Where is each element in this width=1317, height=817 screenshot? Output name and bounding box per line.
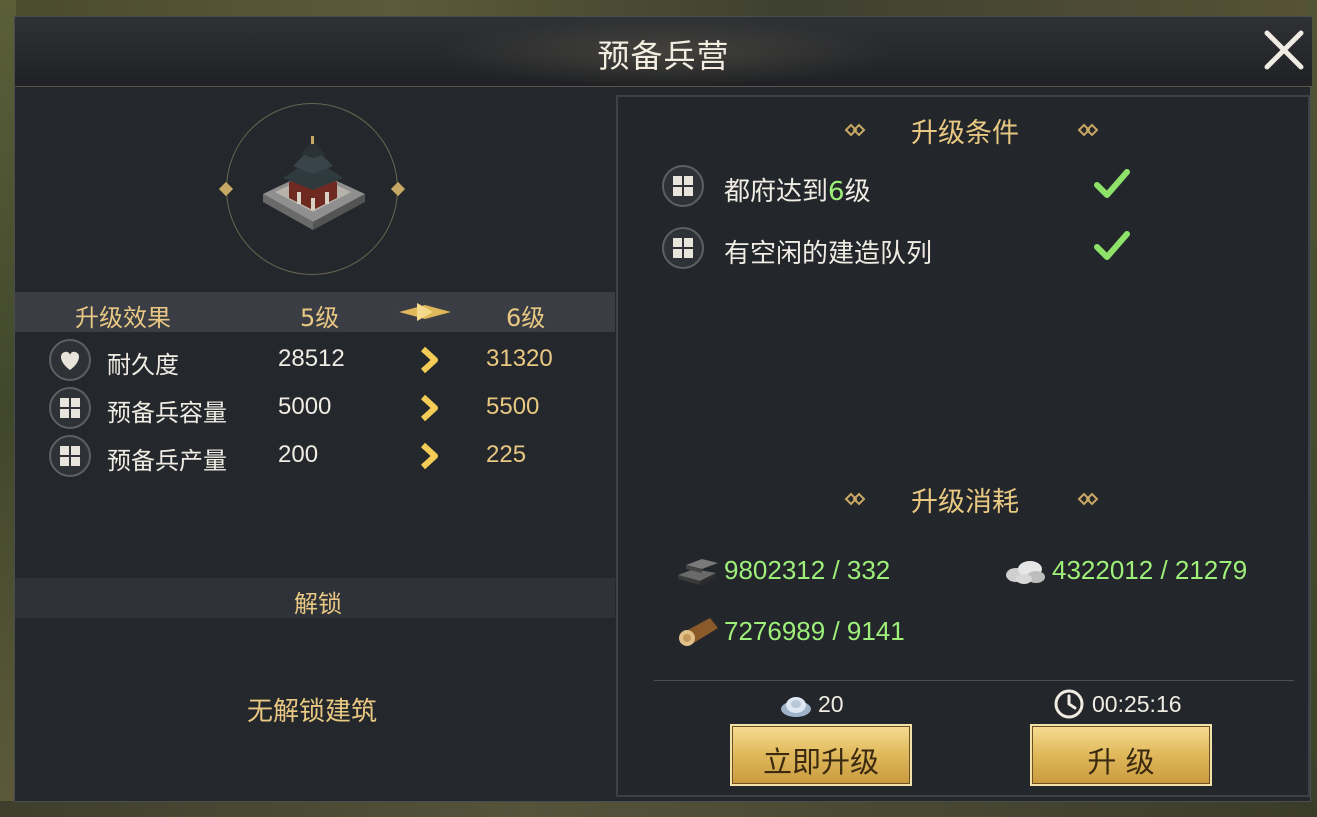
condition-text: 都府达到6级 [724,177,871,207]
condition-item: 有空闲的建造队列 [662,227,1262,271]
stat-name: 预备兵容量 [107,399,227,427]
instant-upgrade-label: 立即升级 [762,745,879,779]
checkmark-icon [1094,231,1130,260]
dialog-title-bar: 预备兵营 [15,17,1312,87]
ornament-right-icon [1077,123,1099,137]
stat-row-durability: 耐久度 28512 31320 [15,339,615,383]
next-level-label: 6级 [506,304,546,332]
chevron-right-icon [420,346,438,374]
requirements-panel: 升级条件 都府达到6级 有空闲的建造队列 升级消耗 9802312 / 332 … [616,95,1310,797]
condition-item: 都府达到6级 [662,165,1262,209]
checkmark-icon [1094,169,1130,198]
unlock-title: 解锁 [294,590,342,618]
condition-text: 有空闲的建造队列 [724,239,933,269]
stat-row-capacity: 预备兵容量 5000 5500 [15,387,615,431]
resource-amount: 7276989 / 9141 [724,616,905,646]
barracks-building-icon [263,136,365,230]
grid-icon [49,387,91,429]
stone-icon [1006,561,1045,584]
stat-name: 耐久度 [107,351,179,379]
build-time-value: 00:25:16 [1092,691,1182,717]
silver-ingot-icon [781,697,811,717]
upgrade-label: 升 级 [1087,745,1155,779]
gem-cost-value: 20 [818,691,844,717]
stat-row-production: 预备兵产量 200 225 [15,435,615,479]
resource-amount: 4322012 / 21279 [1052,555,1248,585]
effects-panel: 升级效果 5级 6级 耐久度 28512 31320 预备兵容量 5000 55… [15,87,615,803]
effects-header-label: 升级效果 [75,304,171,332]
unlock-header: 解锁 [15,578,615,618]
effects-header: 升级效果 5级 6级 [15,292,615,332]
current-level-label: 5级 [300,304,340,332]
dialog-title: 预备兵营 [597,37,730,75]
stat-current-value: 5000 [278,393,332,420]
footer-divider [654,680,1294,681]
upgrade-button[interactable]: 升 级 [1030,724,1212,786]
stat-next-value: 31320 [486,345,553,372]
background-map-bottom [0,801,1317,817]
cost-title: 升级消耗 [911,487,1019,518]
level-up-arrow-icon [399,303,451,321]
stat-name: 预备兵产量 [107,447,227,475]
building-upgrade-dialog: 预备兵营 升级效果 5级 6级 耐久度 28512 31320 预备兵容量 50… [14,16,1312,803]
grid-icon [662,165,704,207]
iron-ingot-icon [678,559,718,585]
chevron-right-icon [420,442,438,470]
stat-next-value: 225 [486,441,527,468]
instant-upgrade-button[interactable]: 立即升级 [730,724,912,786]
grid-icon [49,435,91,477]
close-button[interactable] [1259,25,1309,75]
wood-log-icon [679,618,718,646]
unlock-empty-text: 无解锁建筑 [246,697,377,727]
stat-current-value: 28512 [278,345,345,372]
ornament-right-icon [1077,492,1099,506]
resource-amount: 9802312 / 332 [724,555,891,585]
close-icon [1264,30,1304,70]
heart-icon [49,339,91,381]
conditions-title: 升级条件 [911,118,1019,149]
clock-icon [1054,689,1084,719]
stat-current-value: 200 [278,441,319,468]
chevron-right-icon [420,394,438,422]
grid-icon [662,227,704,269]
stat-next-value: 5500 [486,393,540,420]
